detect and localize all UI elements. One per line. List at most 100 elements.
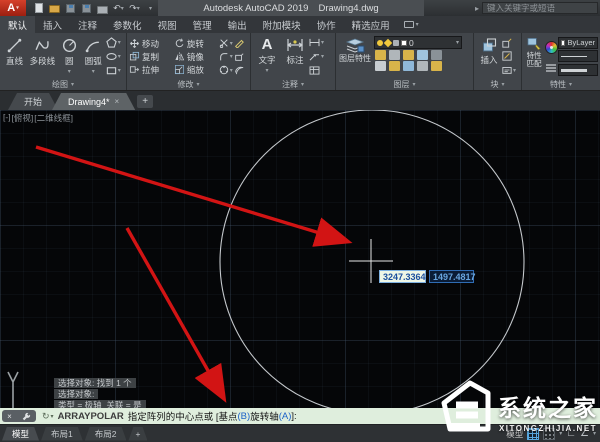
layer-freeze-button[interactable] <box>403 50 414 60</box>
viewport-menu-control[interactable]: [-] <box>3 112 11 124</box>
layout2-tab[interactable]: 布局2 <box>85 427 127 441</box>
panel-block-footer[interactable]: 块 ▾ <box>474 78 521 90</box>
command-option-basepoint[interactable]: (B) <box>238 411 251 422</box>
block-attributes-button[interactable]: ▾ <box>502 64 518 76</box>
stretch-label: 拉伸 <box>142 64 159 76</box>
panel-properties-label: 特性 <box>550 79 566 90</box>
command-option-rotation-axis[interactable]: (A) <box>279 411 292 422</box>
recent-commands-button[interactable]: ↻ ▾ <box>42 411 54 422</box>
new-drawing-tab-button[interactable]: + <box>137 95 153 108</box>
ribbon-tab-collaborate[interactable]: 协作 <box>309 16 344 33</box>
close-icon[interactable]: × <box>115 97 120 106</box>
undo-button[interactable]: ↶▾ <box>112 2 125 14</box>
polygon-button[interactable]: ▾ <box>106 37 124 49</box>
ribbon-tab-manage[interactable]: 管理 <box>185 16 220 33</box>
linear-dim-button[interactable]: ▾ <box>309 37 331 49</box>
app-title: Autodesk AutoCAD 2019 <box>203 3 308 14</box>
color-dropdown[interactable]: ByLayer <box>558 37 598 49</box>
ellipse-button[interactable]: ▾ <box>106 50 124 62</box>
scale-icon <box>174 64 185 75</box>
save-button[interactable] <box>64 2 77 14</box>
layer-current-button[interactable] <box>375 61 386 71</box>
layout1-tab[interactable]: 布局1 <box>41 427 83 441</box>
scale-button[interactable]: 缩放 <box>174 63 219 76</box>
arc-button[interactable]: 圆弧 ▾ <box>81 35 106 78</box>
file-tab-start[interactable]: 开始 <box>8 93 58 110</box>
rotate-button[interactable]: 旋转 <box>174 37 219 50</box>
layer-isolate-button[interactable] <box>389 50 400 60</box>
chevron-down-icon: ▾ <box>321 53 324 60</box>
layer-walk-button[interactable] <box>389 61 400 71</box>
layer-properties-button[interactable]: 图层特性 <box>338 35 372 78</box>
color-wheel-icon[interactable] <box>545 41 558 54</box>
dimension-button[interactable]: 标注 <box>281 35 309 78</box>
move-button[interactable]: 移动 <box>129 37 174 50</box>
layer-dropdown[interactable]: 0 ▾ <box>374 36 462 49</box>
ribbon-tab-output[interactable]: 输出 <box>220 16 255 33</box>
leader-button[interactable]: ▾ <box>309 50 331 62</box>
panel-draw-footer[interactable]: 绘图 ▾ <box>0 78 126 90</box>
create-block-button[interactable] <box>502 37 518 49</box>
layer-unisolate-button[interactable] <box>403 61 414 71</box>
fillet-button[interactable]: ▾ <box>219 51 248 63</box>
copy-button[interactable]: 复制 <box>129 50 174 63</box>
table-button[interactable] <box>309 64 331 76</box>
layer-merge-button[interactable] <box>431 61 442 71</box>
line-button[interactable]: 直线 <box>2 35 27 78</box>
ribbon-tab-addins[interactable]: 附加模块 <box>255 16 309 33</box>
match-properties-button[interactable]: 特性匹配 <box>524 35 544 78</box>
insert-block-button[interactable]: 插入 <box>476 35 502 78</box>
circle-button[interactable]: 圆 ▾ <box>58 35 81 78</box>
linetype-dropdown[interactable] <box>558 50 598 62</box>
ribbon-tab-view[interactable]: 视图 <box>150 16 185 33</box>
edit-block-button[interactable] <box>502 50 518 62</box>
copy-label: 复制 <box>142 51 159 63</box>
layer-lock-button[interactable] <box>417 50 428 60</box>
search-area: ▸ <box>475 2 598 14</box>
save-as-button[interactable] <box>80 2 93 14</box>
circle-icon <box>61 37 78 54</box>
open-file-button[interactable] <box>48 2 61 14</box>
model-tab[interactable]: 模型 <box>2 427 39 441</box>
ribbon-display-toggle[interactable]: ▾ <box>398 16 425 33</box>
text-button[interactable]: A 文字 ▾ <box>253 35 281 78</box>
app-menu-button[interactable]: A ▾ <box>0 0 26 16</box>
rectangle-button[interactable]: ▾ <box>106 64 124 76</box>
plot-button[interactable] <box>96 2 109 14</box>
ribbon-tab-annotate[interactable]: 注释 <box>70 16 105 33</box>
document-title: Drawing4.dwg <box>318 3 378 14</box>
stretch-button[interactable]: 拉伸 <box>129 63 174 76</box>
dynamic-input-y[interactable]: 1497.4817 <box>429 270 474 283</box>
dynamic-input-x[interactable]: 3247.3364 <box>379 270 426 283</box>
viewport-visual-style-control[interactable]: [二维线框] <box>34 112 73 124</box>
qat-customize-button[interactable]: ▾ <box>144 2 157 14</box>
ribbon-tab-home[interactable]: 默认 <box>0 16 35 33</box>
layer-state-button[interactable] <box>417 61 428 71</box>
chevron-down-icon: ▾ <box>501 81 504 88</box>
panel-layers-footer[interactable]: 图层 ▾ <box>336 78 473 90</box>
layer-match-button[interactable] <box>431 50 442 60</box>
ribbon-tab-parametric[interactable]: 参数化 <box>105 16 150 33</box>
layer-tools-row-2 <box>374 61 462 71</box>
trim-button[interactable]: ▾ <box>219 37 248 49</box>
create-block-icon <box>502 38 512 48</box>
new-file-button[interactable] <box>32 2 45 14</box>
ribbon-tab-insert[interactable]: 插入 <box>35 16 70 33</box>
redo-button[interactable]: ↷▾ <box>128 2 141 14</box>
panel-annotate-footer[interactable]: 注释 ▾ <box>251 78 335 90</box>
new-layout-button[interactable]: + <box>128 427 147 441</box>
array-button[interactable]: ▾ <box>219 64 248 76</box>
panel-properties-footer[interactable]: 特性 ▾ <box>522 78 600 90</box>
search-input[interactable] <box>482 2 598 14</box>
close-icon[interactable]: × <box>7 412 12 421</box>
circle-entity[interactable] <box>220 110 524 414</box>
mirror-button[interactable]: 镜像 <box>174 50 219 63</box>
layer-off-button[interactable] <box>375 50 386 60</box>
lineweight-dropdown[interactable] <box>558 64 598 76</box>
wrench-icon[interactable] <box>22 412 31 421</box>
panel-modify-footer[interactable]: 修改 ▾ <box>127 78 250 90</box>
file-tab-drawing4[interactable]: Drawing4* × <box>52 93 135 110</box>
ribbon-tab-featured-apps[interactable]: 精选应用 <box>344 16 398 33</box>
polyline-button[interactable]: 多段线 <box>27 35 58 78</box>
viewport-view-control[interactable]: [俯视] <box>12 112 34 124</box>
